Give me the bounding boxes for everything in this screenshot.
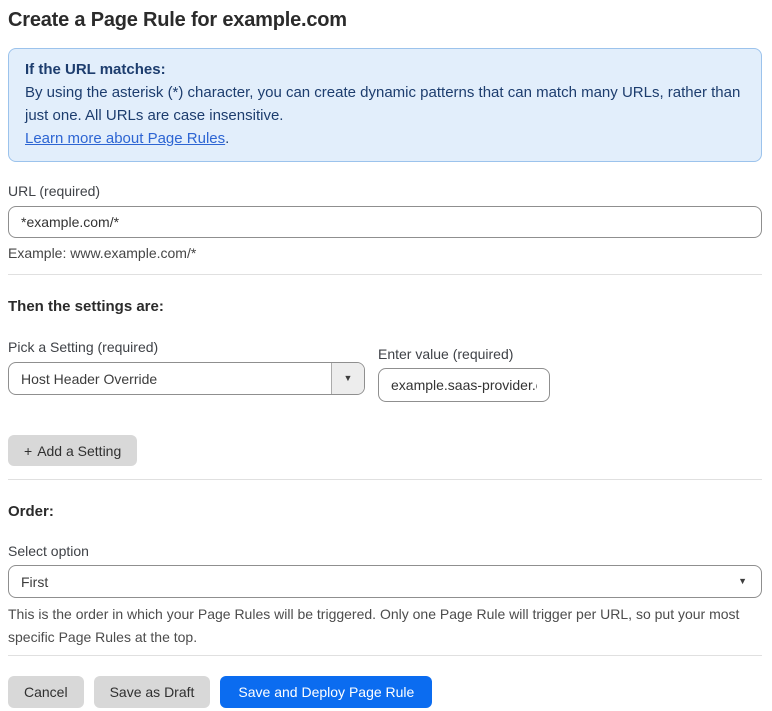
- add-setting-button[interactable]: + Add a Setting: [8, 435, 138, 466]
- settings-row: Pick a Setting (required) Host Header Ov…: [8, 339, 762, 402]
- divider: [8, 655, 762, 656]
- value-label: Enter value (required): [378, 346, 514, 362]
- settings-heading: Then the settings are:: [8, 298, 164, 315]
- plus-icon: +: [24, 442, 33, 459]
- order-heading: Order:: [8, 503, 54, 520]
- setting-value-input[interactable]: [378, 368, 550, 402]
- divider: [8, 274, 762, 275]
- cancel-button[interactable]: Cancel: [8, 676, 84, 708]
- setting-label: Pick a Setting (required): [8, 339, 159, 355]
- info-box-text: By using the asterisk (*) character, you…: [25, 84, 741, 124]
- save-draft-button[interactable]: Save as Draft: [93, 676, 211, 708]
- save-deploy-button[interactable]: Save and Deploy Page Rule: [220, 676, 433, 708]
- setting-select-value: Host Header Override: [21, 370, 158, 387]
- order-help-text: This is the order in which your Page Rul…: [8, 606, 740, 645]
- chevron-down-icon: ▼: [343, 373, 353, 383]
- value-column: Enter value (required): [378, 339, 550, 402]
- info-box-body: By using the asterisk (*) character, you…: [25, 81, 745, 150]
- order-label: Select option: [8, 543, 89, 559]
- learn-more-link[interactable]: Learn more about Page Rules: [25, 130, 225, 147]
- create-page-rule-form: Create a Page Rule for example.com If th…: [0, 0, 772, 708]
- order-select[interactable]: First ▼: [8, 565, 762, 598]
- url-match-info-box: If the URL matches: By using the asteris…: [8, 48, 762, 162]
- page-title: Create a Page Rule for example.com: [8, 9, 347, 31]
- link-period: .: [225, 130, 230, 147]
- url-hint: Example: www.example.com/*: [8, 245, 197, 261]
- footer-actions: Cancel Save as Draft Save and Deploy Pag…: [8, 676, 762, 708]
- info-box-heading: If the URL matches:: [25, 61, 166, 78]
- order-select-value: First: [21, 573, 49, 590]
- setting-select-arrow-button[interactable]: ▼: [331, 363, 364, 394]
- chevron-down-icon: ▼: [738, 576, 747, 586]
- url-input[interactable]: [8, 206, 762, 238]
- divider: [8, 479, 762, 480]
- setting-select[interactable]: Host Header Override ▼: [8, 362, 365, 395]
- url-label: URL (required): [8, 183, 101, 199]
- add-setting-label: Add a Setting: [37, 442, 122, 459]
- setting-column: Pick a Setting (required) Host Header Ov…: [8, 339, 365, 402]
